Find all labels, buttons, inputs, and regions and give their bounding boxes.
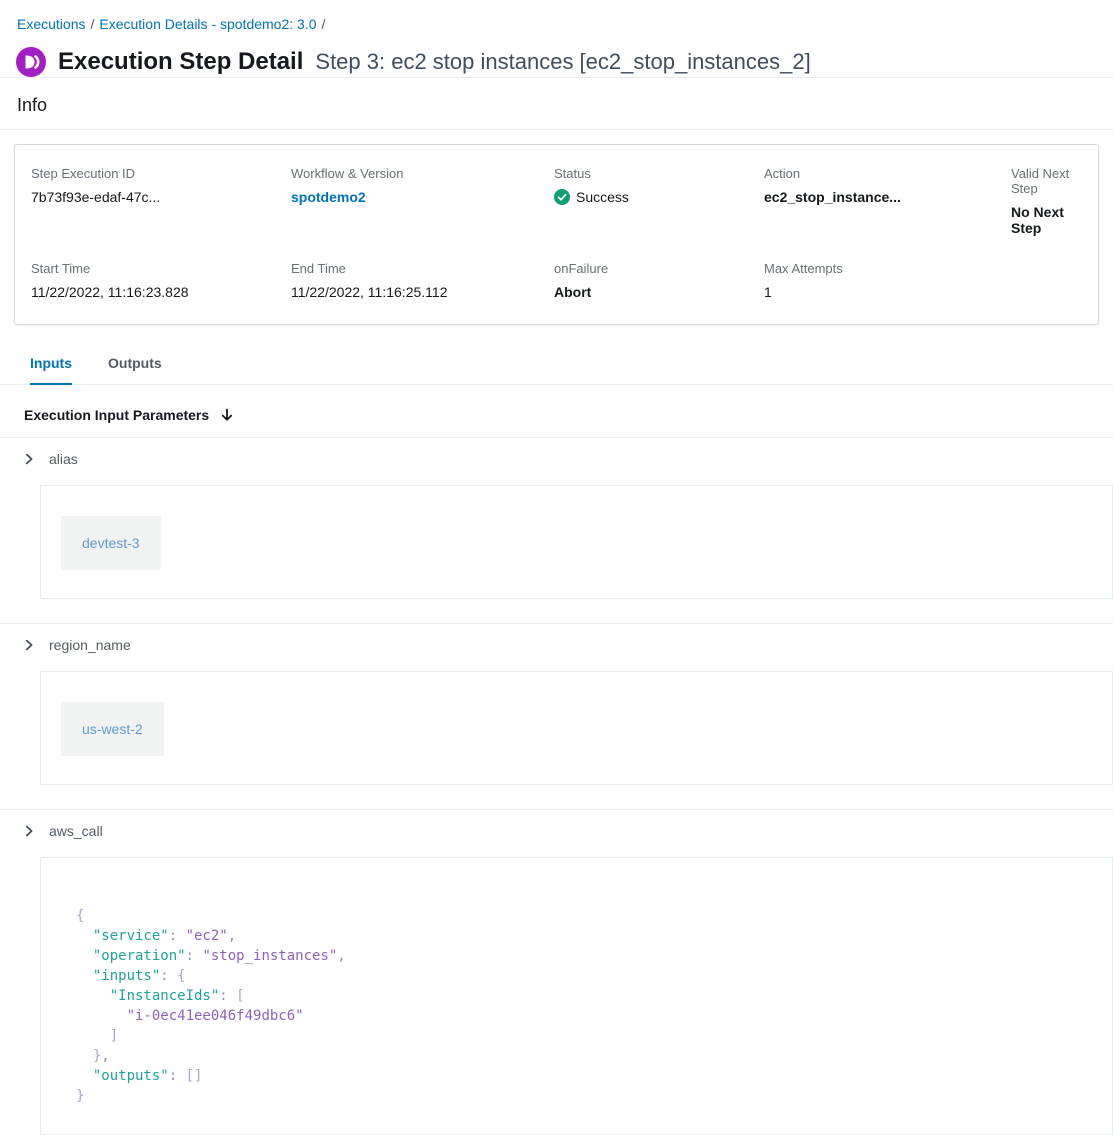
field-on-failure: onFailure Abort	[554, 261, 764, 300]
breadcrumb-link-execution-details[interactable]: Execution Details - spotdemo2: 3.0	[99, 16, 316, 32]
section-header-aws-call[interactable]: aws_call	[0, 810, 1113, 852]
json-code: { "service": "ec2", "operation": "stop_i…	[76, 906, 1092, 1106]
breadcrumb: Executions / Execution Details - spotdemo2…	[0, 0, 1113, 32]
page: Executions / Execution Details - spotdemo2…	[0, 0, 1113, 1135]
success-icon	[554, 189, 570, 205]
tab-inputs[interactable]: Inputs	[30, 347, 72, 384]
field-start-time: Start Time 11/22/2022, 11:16:23.828	[31, 261, 291, 300]
field-step-execution-id: Step Execution ID 7b73f93e-edaf-47c...	[31, 166, 291, 236]
collapse-all-down-arrow-icon[interactable]	[219, 407, 235, 423]
alias-value-chip: devtest-3	[61, 516, 161, 570]
section-name-region-name: region_name	[49, 637, 131, 653]
chevron-right-icon[interactable]	[22, 638, 36, 652]
field-end-time: End Time 11/22/2022, 11:16:25.112	[291, 261, 554, 300]
section-header-region-name[interactable]: region_name	[0, 624, 1113, 666]
app-logo-icon	[16, 47, 46, 77]
region-name-value-chip: us-west-2	[61, 702, 164, 756]
page-title: Execution Step Detail	[58, 48, 303, 76]
params-title: Execution Input Parameters	[24, 407, 209, 423]
workflow-link[interactable]: spotdemo2	[291, 189, 554, 205]
title-row: Execution Step Detail Step 3: ec2 stop i…	[0, 32, 1113, 77]
field-max-attempts: Max Attempts 1	[764, 261, 1011, 300]
execution-input-parameters-header: Execution Input Parameters	[0, 385, 1113, 437]
page-subtitle: Step 3: ec2 stop instances [ec2_stop_ins…	[315, 49, 810, 75]
tabs: Inputs Outputs	[0, 347, 1113, 385]
section-header-alias[interactable]: alias	[0, 438, 1113, 480]
chevron-right-icon[interactable]	[22, 824, 36, 838]
region-name-panel: us-west-2	[40, 671, 1113, 785]
status-text: Success	[576, 189, 629, 205]
alias-panel: devtest-3	[40, 485, 1113, 599]
field-workflow-version: Workflow & Version spotdemo2	[291, 166, 554, 236]
section-name-aws-call: aws_call	[49, 823, 103, 839]
divider	[0, 129, 1113, 130]
aws-call-panel: { "service": "ec2", "operation": "stop_i…	[40, 857, 1113, 1135]
breadcrumb-link-executions[interactable]: Executions	[17, 16, 85, 32]
breadcrumb-separator: /	[322, 16, 326, 32]
field-status: Status Success	[554, 166, 764, 236]
breadcrumb-separator: /	[90, 16, 94, 32]
tab-outputs[interactable]: Outputs	[108, 347, 162, 384]
info-section-title: Info	[0, 78, 1113, 129]
field-action: Action ec2_stop_instance...	[764, 166, 1011, 236]
field-valid-next-step: Valid Next Step No Next Step	[1011, 166, 1082, 236]
chevron-right-icon[interactable]	[22, 452, 36, 466]
section-name-alias: alias	[49, 451, 78, 467]
info-card: Step Execution ID 7b73f93e-edaf-47c... W…	[14, 144, 1099, 325]
